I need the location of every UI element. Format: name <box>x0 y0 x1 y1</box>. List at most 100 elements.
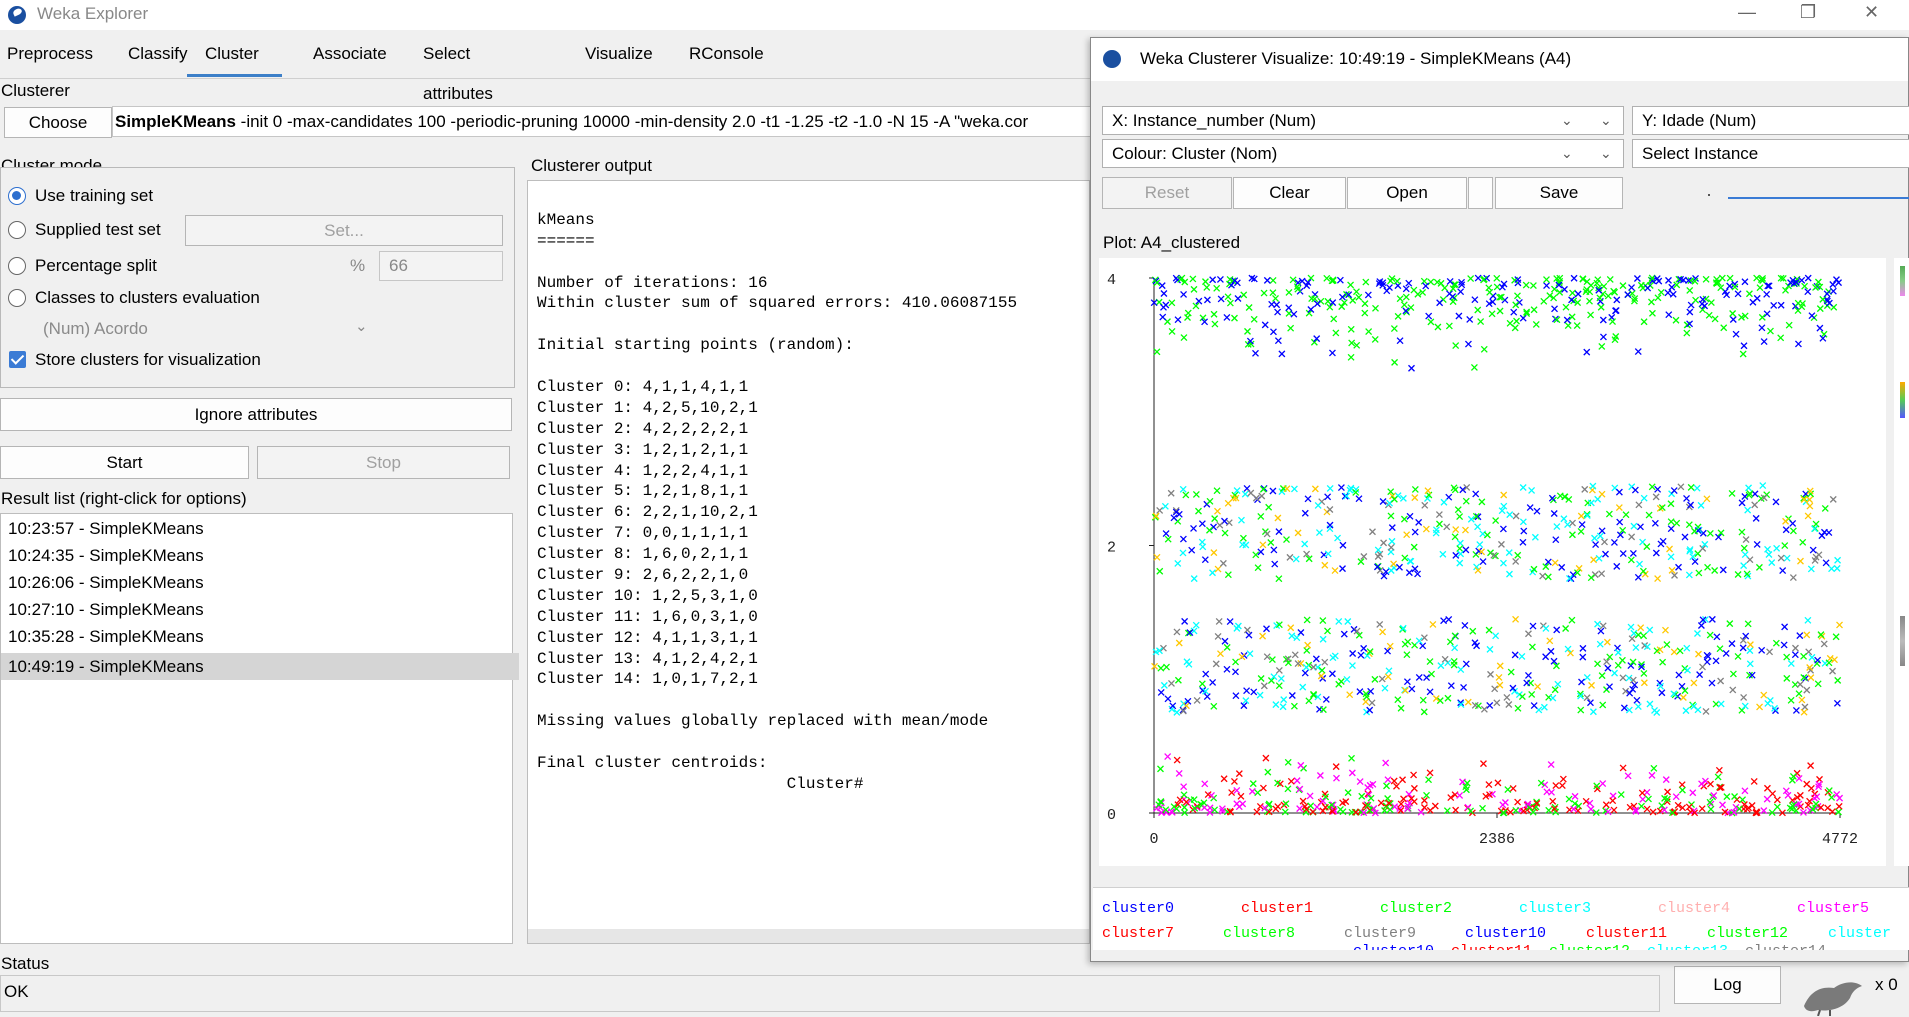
legend-item-cluster11[interactable]: cluster11 <box>1586 925 1667 942</box>
result-list-item[interactable]: 10:35:28 - SimpleKMeans <box>1 626 519 648</box>
legend-item-cluster0[interactable]: cluster0 <box>1102 900 1174 917</box>
data-point-cluster2 <box>1272 294 1279 302</box>
tab-classify[interactable]: Classify <box>128 34 188 74</box>
result-list-item-selected[interactable]: 10:49:19 - SimpleKMeans <box>1 653 519 680</box>
data-point-cluster2 <box>1514 704 1522 712</box>
legend-item-cluster13[interactable]: cluster13 <box>1647 943 1728 950</box>
set-test-set-button[interactable]: Set... <box>185 215 503 246</box>
legend-item-cluster[interactable]: cluster <box>1828 925 1891 942</box>
reset-button[interactable]: Reset <box>1102 177 1232 209</box>
start-button[interactable]: Start <box>0 446 249 479</box>
data-point-cluster10 <box>1297 629 1305 636</box>
data-point-cluster11 <box>1507 808 1514 816</box>
tab-associate[interactable]: Associate <box>313 34 387 74</box>
colour-select[interactable]: Colour: Cluster (Nom) ⌄ ⌄ <box>1102 139 1624 168</box>
classes-to-clusters-radio[interactable] <box>8 289 26 307</box>
data-point-cluster5 <box>1180 783 1188 791</box>
legend-item-cluster10[interactable]: cluster10 <box>1465 925 1546 942</box>
legend-item-cluster12[interactable]: cluster12 <box>1549 943 1630 950</box>
data-point-cluster5 <box>1571 792 1579 800</box>
result-list-item[interactable]: 10:24:35 - SimpleKMeans <box>1 545 519 567</box>
horizontal-scrollbar[interactable] <box>528 929 1089 943</box>
tab-preprocess[interactable]: Preprocess <box>7 34 93 74</box>
scatter-plot[interactable]: 0 2 4 0 2386 4772 <box>1099 258 1886 866</box>
data-point-cluster6 <box>1411 494 1419 502</box>
data-point-cluster8 <box>1648 298 1655 306</box>
data-point-cluster6 <box>1403 531 1411 539</box>
class-attribute-select[interactable]: (Num) Acordo <box>43 319 148 339</box>
open-button[interactable]: Open <box>1347 177 1467 209</box>
data-point-cluster12 <box>1269 289 1277 297</box>
data-point-cluster2 <box>1740 544 1748 552</box>
result-list-item[interactable]: 10:26:06 - SimpleKMeans <box>1 572 519 594</box>
data-point-cluster9 <box>1193 696 1201 704</box>
output-line: Cluster 8: 1,6,0,2,1,1 <box>537 545 749 564</box>
minimize-icon[interactable]: — <box>1738 2 1756 23</box>
stop-button[interactable]: Stop <box>257 446 510 479</box>
plot-area[interactable]: 0 2 4 0 2386 4772 <box>1099 258 1886 866</box>
tab-select-attributes[interactable]: Select attributes <box>423 34 493 103</box>
legend-item-cluster14[interactable]: cluster14 <box>1745 943 1826 950</box>
result-list-item[interactable]: 10:23:57 - SimpleKMeans <box>1 518 519 540</box>
jitter-slider[interactable] <box>1728 197 1909 199</box>
percentage-field[interactable]: 66 <box>379 251 503 281</box>
data-point-cluster13 <box>1346 486 1354 494</box>
data-point-cluster2 <box>1192 491 1200 498</box>
legend-item-cluster4[interactable]: cluster4 <box>1658 900 1730 917</box>
legend-item-cluster3[interactable]: cluster3 <box>1519 900 1591 917</box>
data-point-cluster1 <box>1763 784 1771 792</box>
legend-item-cluster2[interactable]: cluster2 <box>1380 900 1452 917</box>
y-axis-select[interactable]: Y: Idade (Num) <box>1632 106 1909 135</box>
ignore-attributes-button[interactable]: Ignore attributes <box>0 398 512 431</box>
save-button[interactable]: Save <box>1495 177 1623 209</box>
data-point-cluster6 <box>1321 561 1329 569</box>
supplied-test-set-radio[interactable] <box>8 221 26 239</box>
tab-visualize[interactable]: Visualize <box>585 34 653 74</box>
log-button[interactable]: Log <box>1674 966 1781 1004</box>
tab-cluster[interactable]: Cluster <box>187 34 282 77</box>
data-point-cluster10 <box>1792 706 1800 714</box>
data-point-cluster0 <box>1550 510 1558 517</box>
close-icon[interactable]: ✕ <box>1864 2 1879 23</box>
result-list[interactable]: 10:23:57 - SimpleKMeans 10:24:35 - Simpl… <box>0 513 519 944</box>
x-axis-select[interactable]: X: Instance_number (Num) ⌄ ⌄ <box>1102 106 1624 135</box>
tab-rconsole[interactable]: RConsole <box>689 34 764 74</box>
result-list-item[interactable]: 10:27:10 - SimpleKMeans <box>1 599 519 621</box>
data-point-cluster0 <box>1312 655 1320 663</box>
data-point-cluster6 <box>1500 491 1508 499</box>
legend-item-cluster9[interactable]: cluster9 <box>1344 925 1416 942</box>
data-point-cluster2 <box>1528 643 1536 651</box>
percentage-split-radio[interactable] <box>8 257 26 275</box>
legend-item-cluster5[interactable]: cluster5 <box>1797 900 1869 917</box>
data-point-cluster8 <box>1347 353 1355 361</box>
data-point-cluster10 <box>1328 349 1336 357</box>
data-point-cluster0 <box>1734 290 1742 298</box>
data-point-cluster2 <box>1687 483 1695 491</box>
data-point-cluster1 <box>1237 792 1245 800</box>
data-point-cluster9 <box>1326 506 1334 513</box>
data-point-cluster7 <box>1299 797 1307 805</box>
choose-button[interactable]: Choose <box>4 107 112 138</box>
data-point-cluster9 <box>1212 660 1220 668</box>
data-point-cluster11 <box>1610 806 1618 814</box>
clusterer-output-text[interactable]: kMeans ====== Number of iterations: 16 Wit… <box>527 180 1090 944</box>
legend-item-cluster1[interactable]: cluster1 <box>1241 900 1313 917</box>
store-clusters-checkbox[interactable] <box>9 351 26 368</box>
data-point-cluster2 <box>1427 318 1435 326</box>
data-point-cluster2 <box>1648 309 1656 317</box>
data-point-cluster3 <box>1783 554 1791 562</box>
blank-button[interactable] <box>1468 177 1493 209</box>
legend-item-cluster8[interactable]: cluster8 <box>1223 925 1295 942</box>
data-point-cluster0 <box>1408 685 1416 693</box>
data-point-cluster10 <box>1708 615 1716 623</box>
maximize-icon[interactable]: ❐ <box>1800 2 1816 23</box>
legend-item-cluster11[interactable]: cluster11 <box>1451 943 1532 950</box>
data-point-cluster10 <box>1779 567 1787 574</box>
select-instance-select[interactable]: Select Instance <box>1632 139 1909 168</box>
legend-item-cluster10[interactable]: cluster10 <box>1353 943 1434 950</box>
clusterer-options-field[interactable]: SimpleKMeans -init 0 -max-candidates 100… <box>112 106 1092 137</box>
use-training-set-radio[interactable] <box>8 187 26 205</box>
legend-item-cluster7[interactable]: cluster7 <box>1102 925 1174 942</box>
legend-item-cluster12[interactable]: cluster12 <box>1707 925 1788 942</box>
clear-button[interactable]: Clear <box>1233 177 1346 209</box>
